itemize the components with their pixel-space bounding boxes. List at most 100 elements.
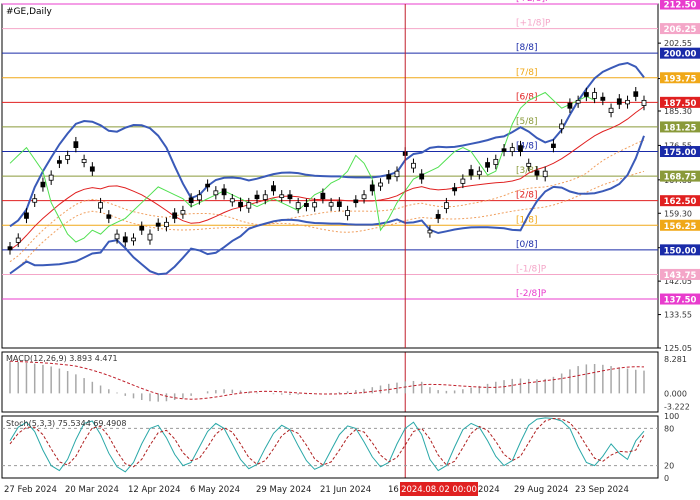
price-badge-label: 168.75 bbox=[664, 173, 697, 183]
candle bbox=[394, 170, 400, 178]
stoch-tick-label: 0 bbox=[664, 474, 669, 483]
candle bbox=[452, 187, 458, 192]
macd-tick-label: -3.222 bbox=[664, 403, 690, 412]
candle bbox=[98, 202, 103, 209]
candle bbox=[89, 166, 95, 172]
time-tick-label: 16 bbox=[388, 485, 399, 495]
price-tick-label: 202.55 bbox=[664, 39, 692, 48]
price-tick-label: 125.05 bbox=[664, 344, 692, 353]
candle bbox=[172, 212, 178, 219]
candle bbox=[575, 99, 581, 104]
murrey-level-label: [5/8] bbox=[516, 117, 538, 127]
candle bbox=[534, 170, 540, 176]
macd-tick-label: 0.000 bbox=[664, 389, 687, 398]
candle bbox=[73, 141, 79, 148]
candle bbox=[180, 210, 186, 215]
murrey-level-label: [-2/8]P bbox=[516, 289, 547, 299]
candle bbox=[616, 98, 622, 105]
candle bbox=[287, 194, 293, 200]
stoch-label: Stoch(5,3,3) 75.5344 69.4908 bbox=[6, 419, 126, 428]
candle bbox=[15, 237, 21, 243]
candle bbox=[65, 155, 71, 160]
candle bbox=[7, 246, 13, 251]
candle bbox=[633, 91, 639, 97]
murrey-level-label: [+2/8]P bbox=[516, 0, 551, 4]
time-tick-label: 29 May 2024 bbox=[256, 485, 311, 495]
macd-tick-label: 8.281 bbox=[664, 355, 687, 364]
murrey-level-label: [+1/8]P bbox=[516, 19, 551, 29]
candle bbox=[320, 192, 326, 200]
time-tick-label: 20 Mar 2024 bbox=[65, 485, 119, 495]
candle bbox=[114, 233, 120, 240]
murrey-level-label: [-1/8]P bbox=[516, 264, 547, 274]
candle bbox=[600, 96, 606, 101]
candle bbox=[641, 99, 647, 106]
murrey-level-label: [8/8] bbox=[516, 43, 538, 53]
candle bbox=[608, 107, 614, 113]
candle bbox=[460, 178, 466, 184]
candle bbox=[411, 162, 416, 169]
candle bbox=[106, 214, 112, 219]
price-badge-label: 175.00 bbox=[664, 148, 697, 158]
stoch-tick-label: 80 bbox=[664, 424, 674, 433]
macd-label: MACD(12,26,9) 3.893 4.471 bbox=[6, 354, 118, 363]
candle bbox=[238, 201, 243, 207]
candle bbox=[271, 185, 276, 192]
price-badge-label: 181.25 bbox=[664, 123, 697, 133]
murrey-level-label: [2/8] bbox=[516, 191, 538, 201]
time-tick-label: 29 Aug 2024 bbox=[514, 485, 568, 495]
candle bbox=[518, 145, 523, 152]
murrey-level-label: [0/8] bbox=[516, 240, 538, 250]
candle bbox=[221, 188, 227, 196]
price-badge-label: 187.50 bbox=[664, 99, 697, 109]
candle bbox=[312, 202, 318, 208]
candle bbox=[443, 202, 449, 209]
price-tick-label: 159.30 bbox=[664, 209, 692, 218]
candle bbox=[229, 198, 235, 203]
candle bbox=[262, 194, 268, 200]
candle bbox=[378, 182, 383, 187]
time-tick-label: 2024 bbox=[478, 485, 500, 495]
candle bbox=[164, 221, 169, 228]
candle bbox=[122, 236, 128, 243]
candle bbox=[551, 143, 556, 148]
candle bbox=[188, 197, 194, 204]
price-badge-label: 206.25 bbox=[664, 25, 697, 35]
candle bbox=[304, 203, 309, 207]
candle bbox=[328, 202, 334, 207]
candle bbox=[40, 181, 46, 188]
candle bbox=[336, 201, 342, 207]
candle bbox=[419, 173, 425, 180]
candle bbox=[279, 194, 285, 198]
candle bbox=[559, 123, 565, 130]
price-badge-label: 137.50 bbox=[664, 296, 697, 306]
candle bbox=[213, 190, 219, 196]
candle bbox=[345, 210, 350, 217]
candle bbox=[24, 212, 29, 219]
candle bbox=[583, 92, 589, 97]
candle bbox=[625, 99, 630, 105]
candle bbox=[476, 170, 482, 176]
candle bbox=[435, 214, 441, 219]
candle bbox=[295, 202, 301, 209]
candle bbox=[542, 170, 548, 178]
price-badge-label: 200.00 bbox=[664, 50, 697, 60]
candle bbox=[526, 162, 532, 167]
stoch-tick-label: 100 bbox=[664, 412, 679, 421]
candle bbox=[427, 229, 433, 234]
crosshair-time-label: 2024.08.02 00:00 bbox=[401, 485, 477, 495]
trading-chart[interactable]: 125.05133.55142.05150.55159.30167.80176.… bbox=[0, 0, 700, 500]
price-badge-label: 212.50 bbox=[664, 1, 697, 11]
candle bbox=[155, 222, 161, 227]
price-tick-label: 133.55 bbox=[664, 311, 692, 320]
candle bbox=[567, 102, 573, 109]
time-tick-label: 6 May 2024 bbox=[190, 485, 240, 495]
price-badge-label: 143.75 bbox=[664, 271, 697, 281]
candle bbox=[147, 233, 153, 241]
price-badge-label: 150.00 bbox=[664, 246, 697, 256]
candle bbox=[501, 148, 507, 152]
candle bbox=[353, 199, 359, 204]
time-tick-label: 23 Sep 2024 bbox=[575, 485, 629, 495]
price-badge-label: 162.50 bbox=[664, 197, 697, 207]
time-tick-label: 21 Jun 2024 bbox=[320, 485, 371, 495]
